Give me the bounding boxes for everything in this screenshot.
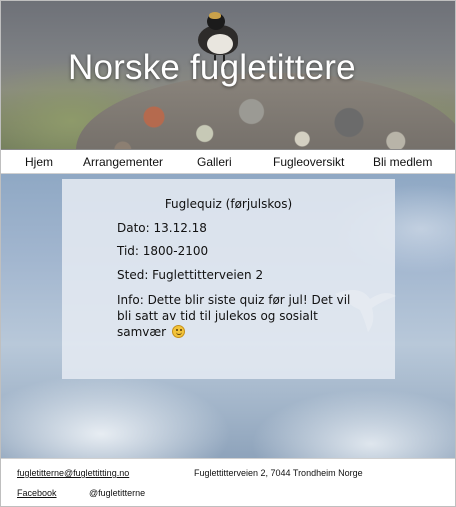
footer-facebook-link[interactable]: Facebook — [17, 488, 57, 498]
cloud — [1, 374, 231, 458]
event-card: Fuglequiz (førjulskos) Dato: 13.12.18 Ti… — [62, 179, 396, 379]
event-time: Tid: 1800-2100 — [117, 244, 209, 258]
main-nav: Hjem Arrangementer Galleri Fugleoversikt… — [1, 149, 455, 174]
event-info: Info: Dette blir siste quiz før jul! Det… — [117, 292, 367, 340]
nav-item-hjem[interactable]: Hjem — [25, 155, 53, 169]
event-date: Dato: 13.12.18 — [117, 221, 207, 235]
footer-handle: @fugletitterne — [89, 488, 146, 498]
nav-item-bli-medlem[interactable]: Bli medlem — [373, 155, 432, 169]
cloud — [251, 389, 455, 458]
footer-address: Fuglettitterveien 2, 7044 Trondheim Norg… — [194, 468, 363, 478]
event-title: Fuglequiz (førjulskos) — [164, 197, 293, 211]
nav-item-galleri[interactable]: Galleri — [197, 155, 232, 169]
nav-item-arrangementer[interactable]: Arrangementer — [83, 155, 163, 169]
footer-email-link[interactable]: fugletitterne@fuglettitting.no — [17, 468, 129, 478]
bird-cap — [209, 12, 221, 19]
site-title: Norske fugletittere — [68, 48, 356, 87]
nav-item-fugleoversikt[interactable]: Fugleoversikt — [273, 155, 344, 169]
smiley-icon — [171, 325, 185, 338]
event-info-text: Info: Dette blir siste quiz før jul! Det… — [117, 293, 351, 339]
event-place: Sted: Fuglettitterveien 2 — [117, 268, 264, 282]
footer: fugletitterne@fuglettitting.no Fuglettit… — [1, 458, 455, 506]
